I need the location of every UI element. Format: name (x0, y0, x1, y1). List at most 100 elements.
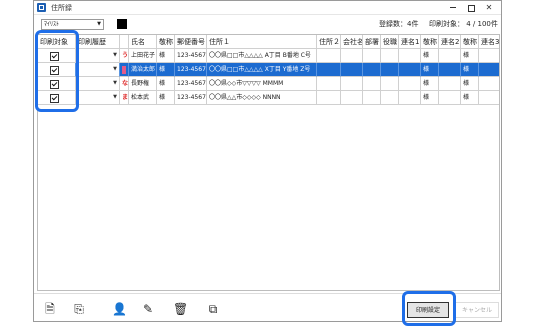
joint1-cell[interactable] (399, 63, 421, 77)
col-header-zip[interactable]: 郵便番号 (175, 35, 207, 49)
zip-cell[interactable]: 123-4567 (175, 91, 207, 105)
col-header-position[interactable]: 役職 (381, 35, 399, 49)
company-cell[interactable] (341, 63, 363, 77)
col-header-name[interactable]: 氏名 (129, 35, 157, 49)
chevron-down-icon: ▼ (113, 66, 117, 72)
window-title: 住所録 (51, 4, 72, 12)
highlight-print-settings (402, 291, 456, 326)
position-cell[interactable] (381, 63, 399, 77)
name-cell[interactable]: 上田花子 (129, 49, 157, 63)
mark-indicator (122, 66, 126, 74)
joint1-cell[interactable] (399, 49, 421, 63)
address2-cell[interactable] (317, 77, 341, 91)
address1-cell[interactable]: 〇〇県△△市◇◇◇◇ NNNN (207, 91, 317, 105)
col-header-company[interactable]: 会社名 (341, 35, 363, 49)
col-header-joint3[interactable]: 連名3 (479, 35, 499, 49)
zip-cell[interactable]: 123-4567 (175, 49, 207, 63)
joint1-title-cell[interactable]: 様 (421, 91, 439, 105)
print-history-select[interactable]: ▼ (76, 77, 120, 91)
chevron-down-icon: ▼ (113, 52, 117, 58)
joint1-cell[interactable] (399, 91, 421, 105)
add-person-icon[interactable]: 👤 (112, 302, 127, 316)
department-cell[interactable] (363, 49, 381, 63)
department-cell[interactable] (363, 63, 381, 77)
joint1-cell[interactable] (399, 77, 421, 91)
title-cell[interactable]: 様 (157, 91, 175, 105)
print-history-select[interactable]: ▼ (76, 91, 120, 105)
address2-cell[interactable] (317, 91, 341, 105)
mark-cell: う (120, 49, 129, 63)
row-mark: ま (122, 94, 129, 101)
col-header-print-history[interactable]: 印刷履歴 (76, 35, 120, 49)
col-header-joint2-title[interactable]: 敬称 (461, 35, 479, 49)
joint3-cell[interactable] (479, 49, 499, 63)
company-cell[interactable] (341, 49, 363, 63)
joint2-cell[interactable] (439, 63, 461, 77)
trash-icon[interactable]: 🗑 (173, 302, 188, 316)
edit-pencil-icon[interactable]: ✎ (141, 302, 155, 316)
col-header-joint2[interactable]: 連名2 (439, 35, 461, 49)
col-header-address2[interactable]: 住所２ (317, 35, 341, 49)
title-cell[interactable]: 様 (157, 63, 175, 77)
col-header-joint1[interactable]: 連名1 (399, 35, 421, 49)
col-header-address1[interactable]: 住所１ (207, 35, 317, 49)
name-cell[interactable]: 松本武 (129, 91, 157, 105)
joint2-cell[interactable] (439, 49, 461, 63)
title-bar: 住所録 ✕ (34, 1, 501, 15)
joint3-cell[interactable] (479, 77, 499, 91)
export-icon[interactable]: ⧉ (206, 302, 220, 316)
sender-select[interactable]: ﾏｲﾘｽﾄ ▼ (41, 19, 104, 30)
name-cell[interactable]: 満治太郎 (129, 63, 157, 77)
department-cell[interactable] (363, 77, 381, 91)
print-history-select[interactable]: ▼ (76, 63, 120, 77)
title-cell[interactable]: 様 (157, 49, 175, 63)
position-cell[interactable] (381, 91, 399, 105)
row-mark: う (122, 52, 129, 59)
joint2-cell[interactable] (439, 77, 461, 91)
table-row[interactable]: ▼ な 長野権 様 123-4567 〇〇県◇◇市▽▽▽▽ MMMM 様 様 (38, 77, 499, 91)
joint2-cell[interactable] (439, 91, 461, 105)
joint2-title-cell[interactable]: 様 (461, 77, 479, 91)
joint1-title-cell[interactable]: 様 (421, 49, 439, 63)
joint2-title-cell[interactable]: 様 (461, 63, 479, 77)
department-cell[interactable] (363, 91, 381, 105)
registered-count: 登録数：4件 (379, 20, 419, 28)
company-cell[interactable] (341, 91, 363, 105)
close-icon[interactable]: ✕ (481, 2, 497, 13)
minimize-icon[interactable] (445, 2, 461, 13)
company-cell[interactable] (341, 77, 363, 91)
table-row-selected[interactable]: ▼ 満治太郎 様 123-4567 〇〇県□□市△△△△ X丁目 Y番地 Z号 … (38, 63, 499, 77)
address2-cell[interactable] (317, 49, 341, 63)
table-row[interactable]: ▼ う 上田花子 様 123-4567 〇〇県□□市△△△△ A丁目 B番地 C… (38, 49, 499, 63)
name-cell[interactable]: 長野権 (129, 77, 157, 91)
col-header-joint1-title[interactable]: 敬称 (421, 35, 439, 49)
col-header-title[interactable]: 敬称 (157, 35, 175, 49)
joint1-title-cell[interactable]: 様 (421, 63, 439, 77)
joint2-title-cell[interactable]: 様 (461, 49, 479, 63)
address1-cell[interactable]: 〇〇県□□市△△△△ X丁目 Y番地 Z号 (207, 63, 317, 77)
maximize-icon[interactable] (463, 2, 479, 13)
joint1-title-cell[interactable]: 様 (421, 77, 439, 91)
position-cell[interactable] (381, 77, 399, 91)
address2-cell[interactable] (317, 63, 341, 77)
address1-cell[interactable]: 〇〇県□□市△△△△ A丁目 B番地 C号 (207, 49, 317, 63)
bulk-select-icon[interactable]: ⎘ (72, 302, 86, 316)
mark-cell: ま (120, 91, 129, 105)
color-swatch[interactable] (117, 19, 127, 29)
zip-cell[interactable]: 123-4567 (175, 63, 207, 77)
joint3-cell[interactable] (479, 91, 499, 105)
col-header-department[interactable]: 部署 (363, 35, 381, 49)
address-book-window: 住所録 ✕ ﾏｲﾘｽﾄ ▼ 登録数：4件 印刷対象： 4 / 100件 印刷対象… (33, 0, 502, 322)
highlight-print-column (35, 30, 79, 112)
joint2-title-cell[interactable]: 様 (461, 91, 479, 105)
mark-cell: な (120, 77, 129, 91)
title-cell[interactable]: 様 (157, 77, 175, 91)
print-history-select[interactable]: ▼ (76, 49, 120, 63)
zip-cell[interactable]: 123-4567 (175, 77, 207, 91)
cancel-button[interactable]: キャンセル (455, 302, 499, 318)
table-row[interactable]: ▼ ま 松本武 様 123-4567 〇〇県△△市◇◇◇◇ NNNN 様 様 (38, 91, 499, 105)
joint3-cell[interactable] (479, 63, 499, 77)
position-cell[interactable] (381, 49, 399, 63)
address1-cell[interactable]: 〇〇県◇◇市▽▽▽▽ MMMM (207, 77, 317, 91)
print-preview-icon[interactable]: 🗎 (43, 302, 57, 316)
